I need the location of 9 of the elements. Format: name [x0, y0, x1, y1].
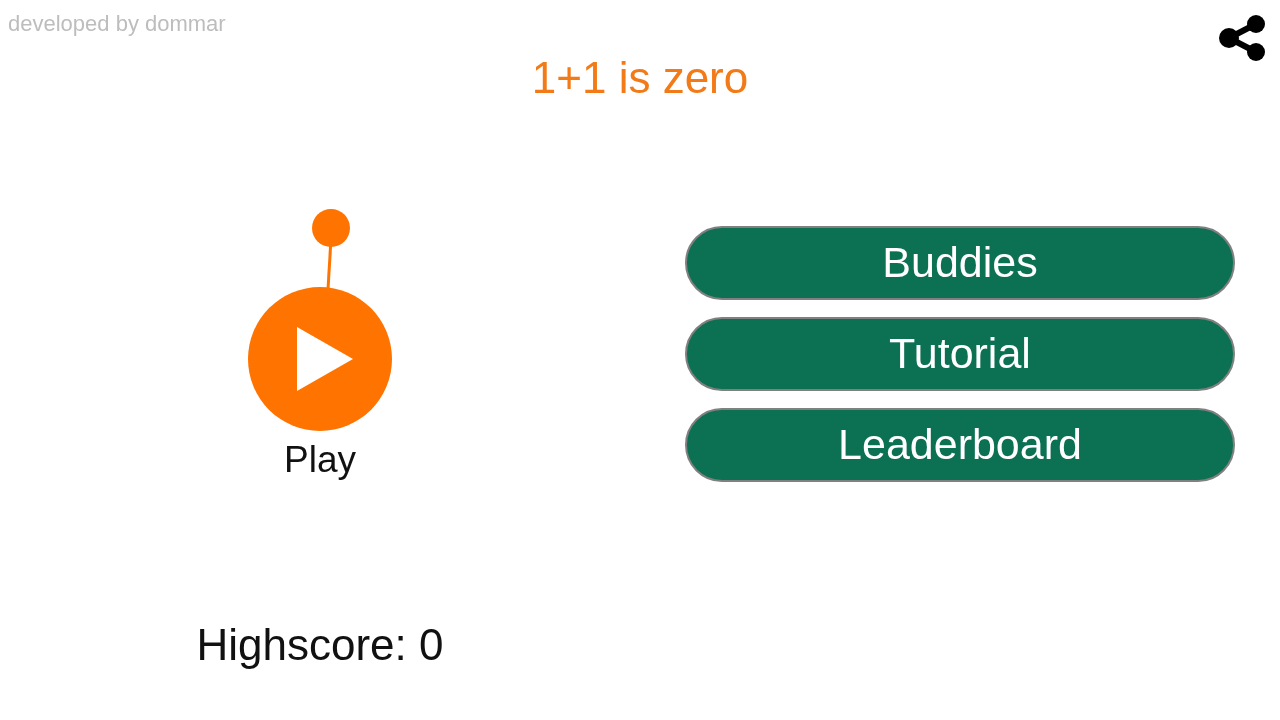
highscore-text: Highscore: 0: [196, 620, 444, 671]
credit-text: developed by dommar: [7, 10, 226, 35]
game-title: 1+1 is zero: [531, 52, 749, 104]
play-label: Play: [284, 439, 356, 482]
menu-button[interactable]: Tutorial: [685, 317, 1235, 391]
play-icon: [297, 327, 353, 391]
menu-button[interactable]: Buddies: [685, 226, 1235, 300]
share-icon[interactable]: [1218, 14, 1266, 62]
menu-button[interactable]: Leaderboard: [685, 408, 1235, 482]
